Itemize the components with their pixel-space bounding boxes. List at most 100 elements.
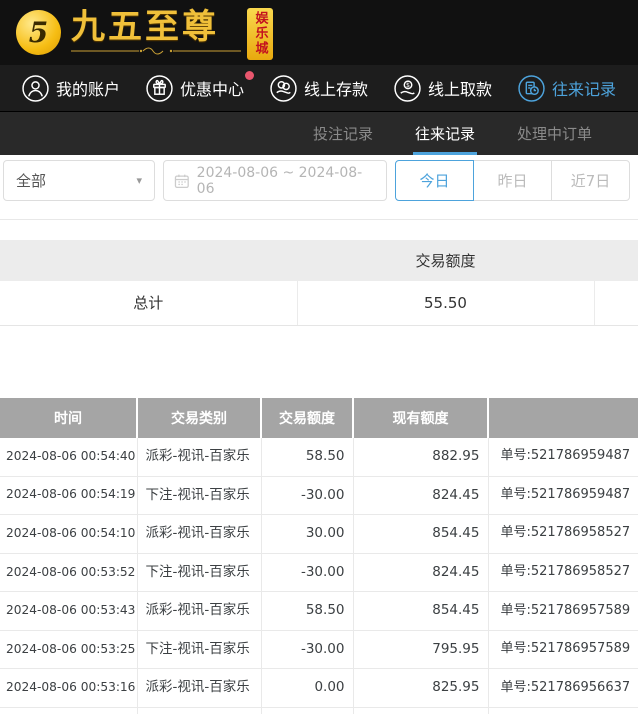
summary-header-row: 交易额度 <box>0 240 638 281</box>
summary-table: 交易额度 总计 55.50 <box>0 240 638 326</box>
withdraw-icon: $ <box>394 75 421 102</box>
date-range-value: 2024-08-06 ~ 2024-08-06 <box>197 165 376 197</box>
summary-total-value: 55.50 <box>297 281 594 325</box>
date-range-input[interactable]: 2024-08-06 ~ 2024-08-06 <box>163 160 387 201</box>
cell-order <box>488 707 638 714</box>
cell-type: 派彩-视讯-百家乐 <box>137 592 261 631</box>
records-icon <box>518 75 545 102</box>
table-row: 2024-08-06 00:53:25 下注-视讯-百家乐 -30.00 795… <box>0 630 638 669</box>
cell-time: 2024-08-06 00:54:40 <box>0 438 137 477</box>
cell-balance: 795.95 <box>353 630 488 669</box>
cell-time <box>0 707 137 714</box>
cell-amount: -30.00 <box>261 476 353 515</box>
cell-type: 派彩-视讯-百家乐 <box>137 515 261 554</box>
tab-pending-orders[interactable]: 处理中订单 <box>517 112 592 155</box>
brand-logo-icon[interactable]: 5 <box>16 10 61 55</box>
summary-total-row: 总计 55.50 <box>0 281 638 325</box>
cell-type: 派彩-视讯-百家乐 <box>137 669 261 708</box>
page: 5 九五至尊 娱乐城 我的账户 <box>0 0 638 714</box>
spacer <box>0 220 638 240</box>
gift-icon <box>146 75 173 102</box>
cell-amount: 0.00 <box>261 669 353 708</box>
nav-item-records[interactable]: 往来记录 <box>518 75 616 102</box>
table-row: 下注-视讯-百家乐 <box>0 707 638 714</box>
brand-badge: 娱乐城 <box>247 8 273 60</box>
cell-order: 单号:521786956637 <box>488 669 638 708</box>
summary-header-amount: 交易额度 <box>297 240 594 281</box>
nav-item-promotions[interactable]: 优惠中心 <box>146 75 244 102</box>
nav-item-withdraw[interactable]: $ 线上取款 <box>394 75 492 102</box>
cell-type: 下注-视讯-百家乐 <box>137 707 261 714</box>
user-icon <box>22 75 49 102</box>
chevron-down-icon: ▾ <box>136 174 142 187</box>
cell-balance <box>353 707 488 714</box>
yesterday-button[interactable]: 昨日 <box>473 160 552 201</box>
category-select[interactable]: 全部 ▾ <box>3 160 155 201</box>
cell-balance: 824.45 <box>353 553 488 592</box>
table-row: 2024-08-06 00:53:52 下注-视讯-百家乐 -30.00 824… <box>0 553 638 592</box>
summary-total-label: 总计 <box>0 281 297 325</box>
table-row: 2024-08-06 00:53:43 派彩-视讯-百家乐 58.50 854.… <box>0 592 638 631</box>
sub-nav: 投注记录 往来记录 处理中订单 <box>0 112 638 155</box>
table-row: 2024-08-06 00:54:10 派彩-视讯-百家乐 30.00 854.… <box>0 515 638 554</box>
nav-item-label: 我的账户 <box>56 76 120 100</box>
table-row: 2024-08-06 00:54:40 派彩-视讯-百家乐 58.50 882.… <box>0 438 638 477</box>
cell-amount: 58.50 <box>261 592 353 631</box>
flourish-ornament-icon <box>71 46 241 56</box>
summary-header-empty <box>0 240 297 281</box>
spacer <box>0 326 638 398</box>
category-selected-value: 全部 <box>16 170 46 191</box>
notification-dot <box>245 71 254 80</box>
svg-text:$: $ <box>406 82 410 89</box>
cell-order: 单号:521786959487 <box>488 476 638 515</box>
cell-order: 单号:521786958527 <box>488 515 638 554</box>
last7days-button[interactable]: 近7日 <box>551 160 630 201</box>
nav-item-my-account[interactable]: 我的账户 <box>22 75 120 102</box>
nav-item-deposit[interactable]: 线上存款 <box>270 75 368 102</box>
cell-amount: -30.00 <box>261 630 353 669</box>
cell-time: 2024-08-06 00:53:52 <box>0 553 137 592</box>
col-header-time: 时间 <box>0 398 137 438</box>
cell-order: 单号:521786957589 <box>488 630 638 669</box>
cell-balance: 825.95 <box>353 669 488 708</box>
tab-betting-records[interactable]: 投注记录 <box>313 112 373 155</box>
quick-range-group: 今日 昨日 近7日 <box>395 160 630 201</box>
cell-order: 单号:521786959487 <box>488 438 638 477</box>
cell-order: 单号:521786958527 <box>488 553 638 592</box>
col-header-order <box>488 398 638 438</box>
records-table: 时间 交易类别 交易额度 现有额度 2024-08-06 00:54:40 派彩… <box>0 398 638 714</box>
nav-item-label: 优惠中心 <box>180 76 244 100</box>
cell-time: 2024-08-06 00:53:25 <box>0 630 137 669</box>
nav-item-label: 线上存款 <box>304 76 368 100</box>
summary-empty-cell <box>594 281 638 325</box>
table-row: 2024-08-06 00:53:16 派彩-视讯-百家乐 0.00 825.9… <box>0 669 638 708</box>
cell-type: 派彩-视讯-百家乐 <box>137 438 261 477</box>
tab-transaction-records[interactable]: 往来记录 <box>415 112 475 155</box>
today-button[interactable]: 今日 <box>395 160 474 201</box>
calendar-icon <box>174 173 190 189</box>
table-row: 2024-08-06 00:54:19 下注-视讯-百家乐 -30.00 824… <box>0 476 638 515</box>
cell-type: 下注-视讯-百家乐 <box>137 553 261 592</box>
cell-order: 单号:521786957589 <box>488 592 638 631</box>
filter-bar: 全部 ▾ 2024-08-06 ~ 2024-08-06 今日 昨日 近7日 <box>0 155 638 220</box>
cell-time: 2024-08-06 00:53:43 <box>0 592 137 631</box>
main-nav: 我的账户 优惠中心 线上存款 $ <box>0 65 638 112</box>
cell-time: 2024-08-06 00:53:16 <box>0 669 137 708</box>
nav-item-label: 线上取款 <box>428 76 492 100</box>
summary-header-empty <box>594 240 638 281</box>
col-header-balance: 现有额度 <box>353 398 488 438</box>
cell-amount: 58.50 <box>261 438 353 477</box>
col-header-amount: 交易额度 <box>261 398 353 438</box>
cell-amount <box>261 707 353 714</box>
nav-item-label: 往来记录 <box>552 76 616 100</box>
cell-type: 下注-视讯-百家乐 <box>137 476 261 515</box>
cell-type: 下注-视讯-百家乐 <box>137 630 261 669</box>
col-header-type: 交易类别 <box>137 398 261 438</box>
cell-balance: 854.45 <box>353 592 488 631</box>
cell-balance: 824.45 <box>353 476 488 515</box>
brand-title[interactable]: 九五至尊 <box>71 10 241 44</box>
cell-balance: 882.95 <box>353 438 488 477</box>
records-header-row: 时间 交易类别 交易额度 现有额度 <box>0 398 638 438</box>
deposit-icon <box>270 75 297 102</box>
cell-time: 2024-08-06 00:54:19 <box>0 476 137 515</box>
